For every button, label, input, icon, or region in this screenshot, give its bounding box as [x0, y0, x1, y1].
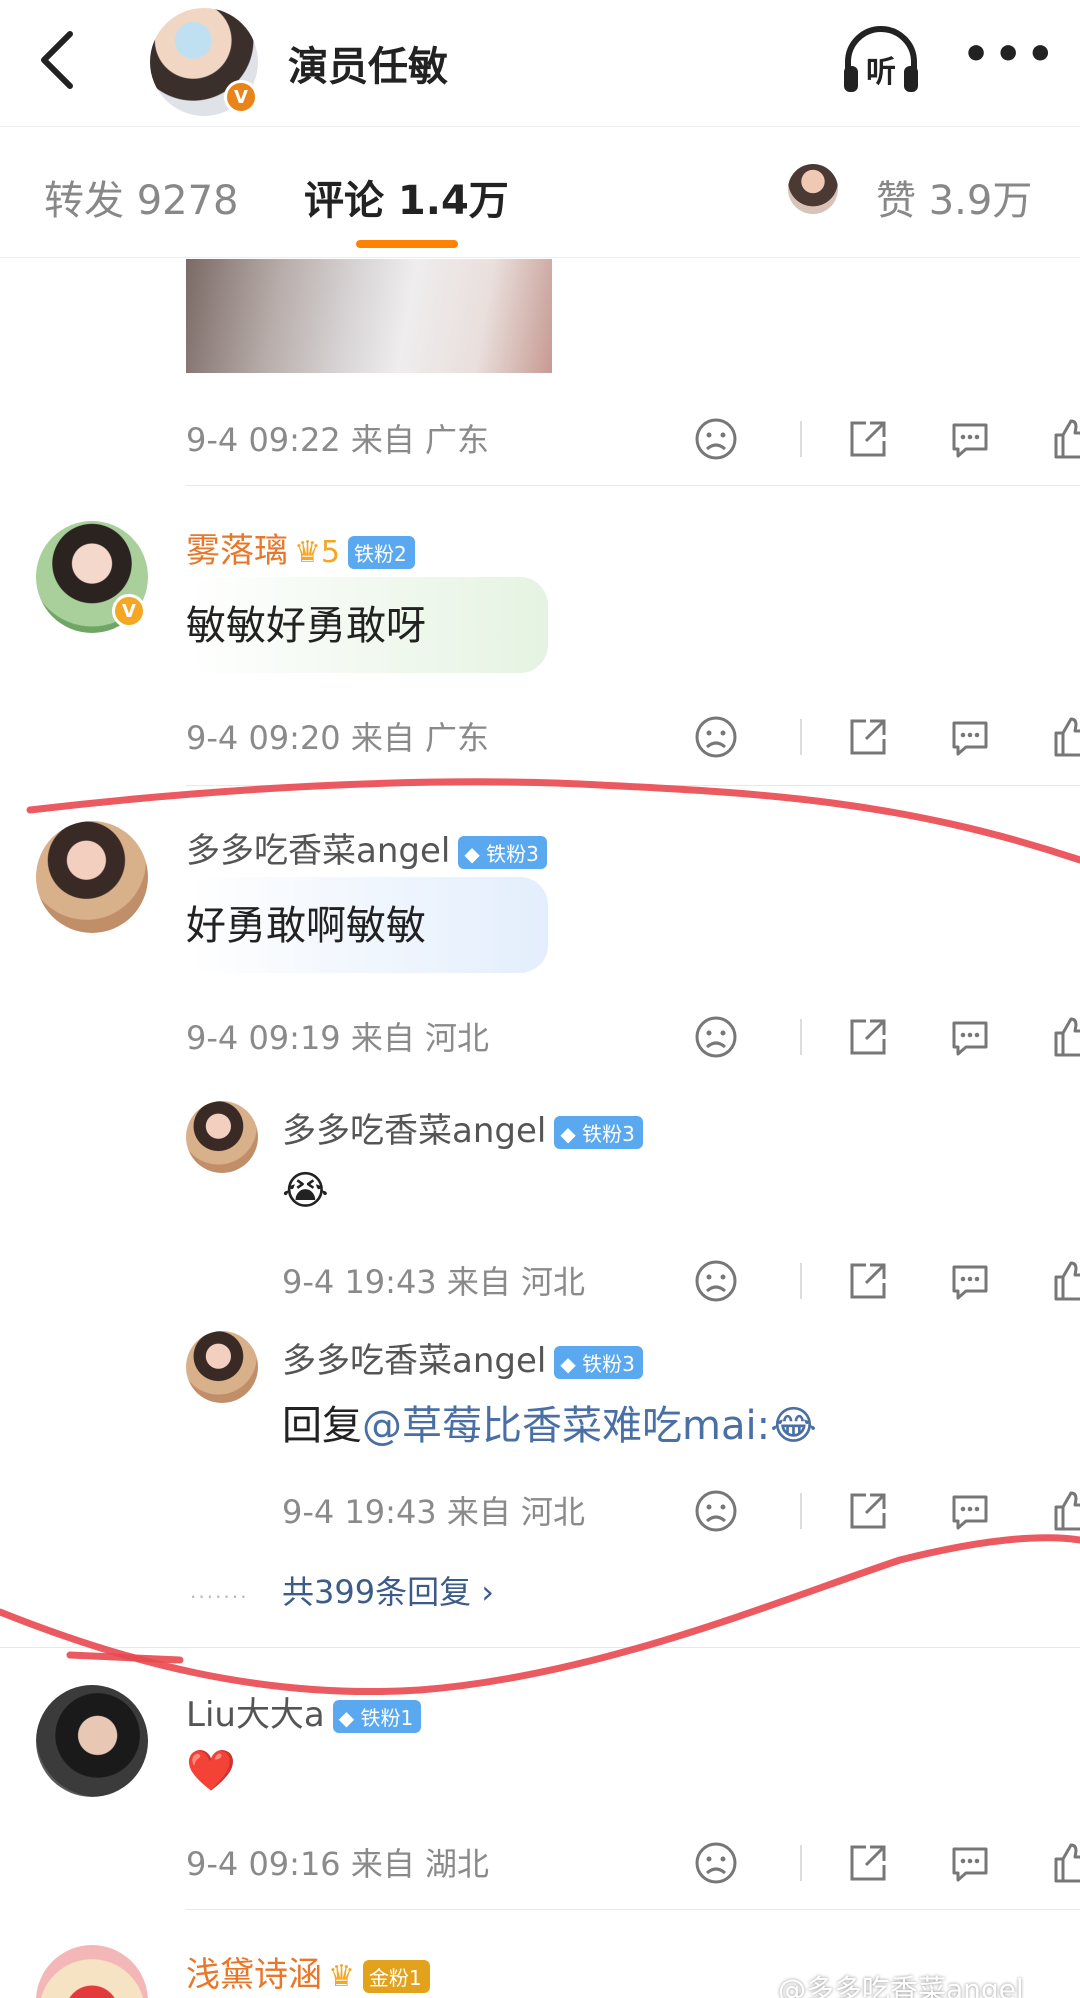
more-replies-dots: ·······	[190, 1585, 249, 1609]
comment-divider	[0, 1647, 1080, 1648]
reply-actions	[660, 1479, 1080, 1539]
comment-divider	[186, 485, 1080, 486]
username-text[interactable]: 雾落璃	[186, 531, 288, 571]
tab-repost[interactable]: 转发 9278	[44, 168, 239, 226]
dislike-face-icon[interactable]	[694, 1015, 738, 1059]
active-tab-indicator	[356, 240, 458, 248]
reply-username[interactable]: 多多吃香菜angel ◆ 铁粉3	[282, 1103, 643, 1152]
verified-v-icon: V	[112, 594, 146, 628]
back-arrow-icon[interactable]	[36, 28, 80, 92]
comment-meta: 9-4 09:16 来自 湖北	[186, 1845, 490, 1883]
fan-badge[interactable]: 金粉1	[362, 1960, 430, 1993]
reply-text: 回复@草莓比香菜难吃mai:😂	[282, 1393, 817, 1451]
dislike-face-icon[interactable]	[694, 715, 738, 759]
reply-avatar[interactable]	[186, 1101, 258, 1173]
watermark: @多多吃香菜angel	[778, 1973, 1024, 1998]
like-thumb-icon[interactable]	[1050, 417, 1080, 461]
divider	[800, 1019, 802, 1055]
reply-avatar[interactable]	[186, 1331, 258, 1403]
share-icon[interactable]	[846, 1015, 890, 1059]
share-icon[interactable]	[846, 1489, 890, 1533]
verified-v-icon: V	[224, 80, 258, 114]
avatar[interactable]	[36, 1945, 148, 1998]
like-thumb-icon[interactable]	[1050, 1259, 1080, 1303]
comment-list: 9-4 09:22 来自 广东 V 雾落璃 ♛5 铁粉2 敏敏好勇敢呀 9-4 09…	[0, 259, 1080, 1998]
comment-username[interactable]: Liu大大a ◆ 铁粉1	[186, 1687, 422, 1736]
dislike-face-icon[interactable]	[694, 1259, 738, 1303]
reply-actions	[660, 1249, 1080, 1309]
reply-emoji: 😭	[282, 1168, 329, 1214]
share-icon[interactable]	[846, 417, 890, 461]
fan-badge[interactable]: ◆ 铁粉3	[554, 1346, 643, 1379]
divider	[800, 1493, 802, 1529]
tab-likes[interactable]: 赞 3.9万	[876, 168, 1032, 226]
mention-link[interactable]: @草莓比香菜难吃mai	[362, 1403, 757, 1449]
fan-badge[interactable]: ◆ 铁粉3	[458, 836, 547, 869]
reply-prefix: 回复	[282, 1403, 362, 1449]
share-icon[interactable]	[846, 1259, 890, 1303]
like-thumb-icon[interactable]	[1050, 715, 1080, 759]
comment-meta: 9-4 09:22 来自 广东	[186, 421, 490, 459]
reply-emoji: :😂	[756, 1403, 817, 1449]
more-icon[interactable]: •••	[962, 33, 1054, 80]
reply-meta: 9-4 19:43 来自 河北	[282, 1493, 586, 1531]
comment-divider	[186, 1909, 1080, 1910]
reply-username[interactable]: 多多吃香菜angel ◆ 铁粉3	[282, 1333, 643, 1382]
crown-icon: ♛	[328, 1959, 355, 1994]
comment-icon[interactable]	[948, 417, 992, 461]
comment-icon[interactable]	[948, 715, 992, 759]
comment-username[interactable]: 浅黛诗涵 ♛ 金粉1	[186, 1947, 430, 1996]
divider	[800, 1263, 802, 1299]
dislike-face-icon[interactable]	[694, 1841, 738, 1885]
comment-actions	[660, 1005, 1080, 1065]
comment-actions	[660, 705, 1080, 765]
avatar[interactable]	[36, 1685, 148, 1797]
reply-meta: 9-4 19:43 来自 河北	[282, 1263, 586, 1301]
crown-icon: ♛5	[294, 535, 340, 570]
dislike-face-icon[interactable]	[694, 417, 738, 461]
username-text[interactable]: 浅黛诗涵	[186, 1955, 322, 1995]
top-bar: V 演员任敏 听 •••	[0, 0, 1080, 127]
comment-actions	[660, 407, 1080, 467]
comment-meta: 9-4 09:20 来自 广东	[186, 719, 490, 757]
share-icon[interactable]	[846, 1841, 890, 1885]
fan-badge[interactable]: ◆ 铁粉3	[554, 1116, 643, 1149]
comment-icon[interactable]	[948, 1259, 992, 1303]
username-text[interactable]: Liu大大a	[186, 1695, 325, 1735]
comment-icon[interactable]	[948, 1489, 992, 1533]
comment-username[interactable]: 雾落璃 ♛5 铁粉2	[186, 523, 415, 572]
comment-text: 敏敏好勇敢呀	[186, 603, 426, 649]
comment-emoji: ❤️	[186, 1748, 236, 1794]
fan-badge[interactable]: 铁粉2	[347, 536, 415, 569]
listen-label: 听	[866, 55, 896, 90]
comment-meta: 9-4 09:19 来自 河北	[186, 1019, 490, 1057]
divider	[800, 719, 802, 755]
share-icon[interactable]	[846, 715, 890, 759]
listen-headphone-icon[interactable]: 听	[840, 22, 922, 98]
like-thumb-icon[interactable]	[1050, 1489, 1080, 1533]
username-text[interactable]: 多多吃香菜angel	[186, 831, 450, 871]
comment-username[interactable]: 多多吃香菜angel ◆ 铁粉3	[186, 823, 547, 872]
divider	[800, 421, 802, 457]
divider	[800, 1845, 802, 1881]
avatar[interactable]	[36, 821, 148, 933]
like-thumb-icon[interactable]	[1050, 1015, 1080, 1059]
comment-icon[interactable]	[948, 1015, 992, 1059]
dislike-face-icon[interactable]	[694, 1489, 738, 1533]
like-thumb-icon[interactable]	[1050, 1841, 1080, 1885]
author-name[interactable]: 演员任敏	[288, 34, 448, 92]
username-text[interactable]: 多多吃香菜angel	[282, 1111, 546, 1151]
comment-text: 好勇敢啊敏敏	[186, 903, 426, 949]
username-text[interactable]: 多多吃香菜angel	[282, 1341, 546, 1381]
more-replies-link[interactable]: 共399条回复 ›	[282, 1567, 494, 1613]
fan-badge[interactable]: ◆ 铁粉1	[332, 1700, 422, 1733]
liker-avatar	[788, 164, 838, 214]
comment-actions	[660, 1831, 1080, 1891]
comment-image[interactable]	[186, 259, 552, 373]
tab-bar: 转发 9278 评论 1.4万 赞 3.9万	[0, 128, 1080, 258]
comment-divider	[186, 785, 1080, 786]
tab-comments[interactable]: 评论 1.4万	[304, 168, 509, 226]
comment-icon[interactable]	[948, 1841, 992, 1885]
